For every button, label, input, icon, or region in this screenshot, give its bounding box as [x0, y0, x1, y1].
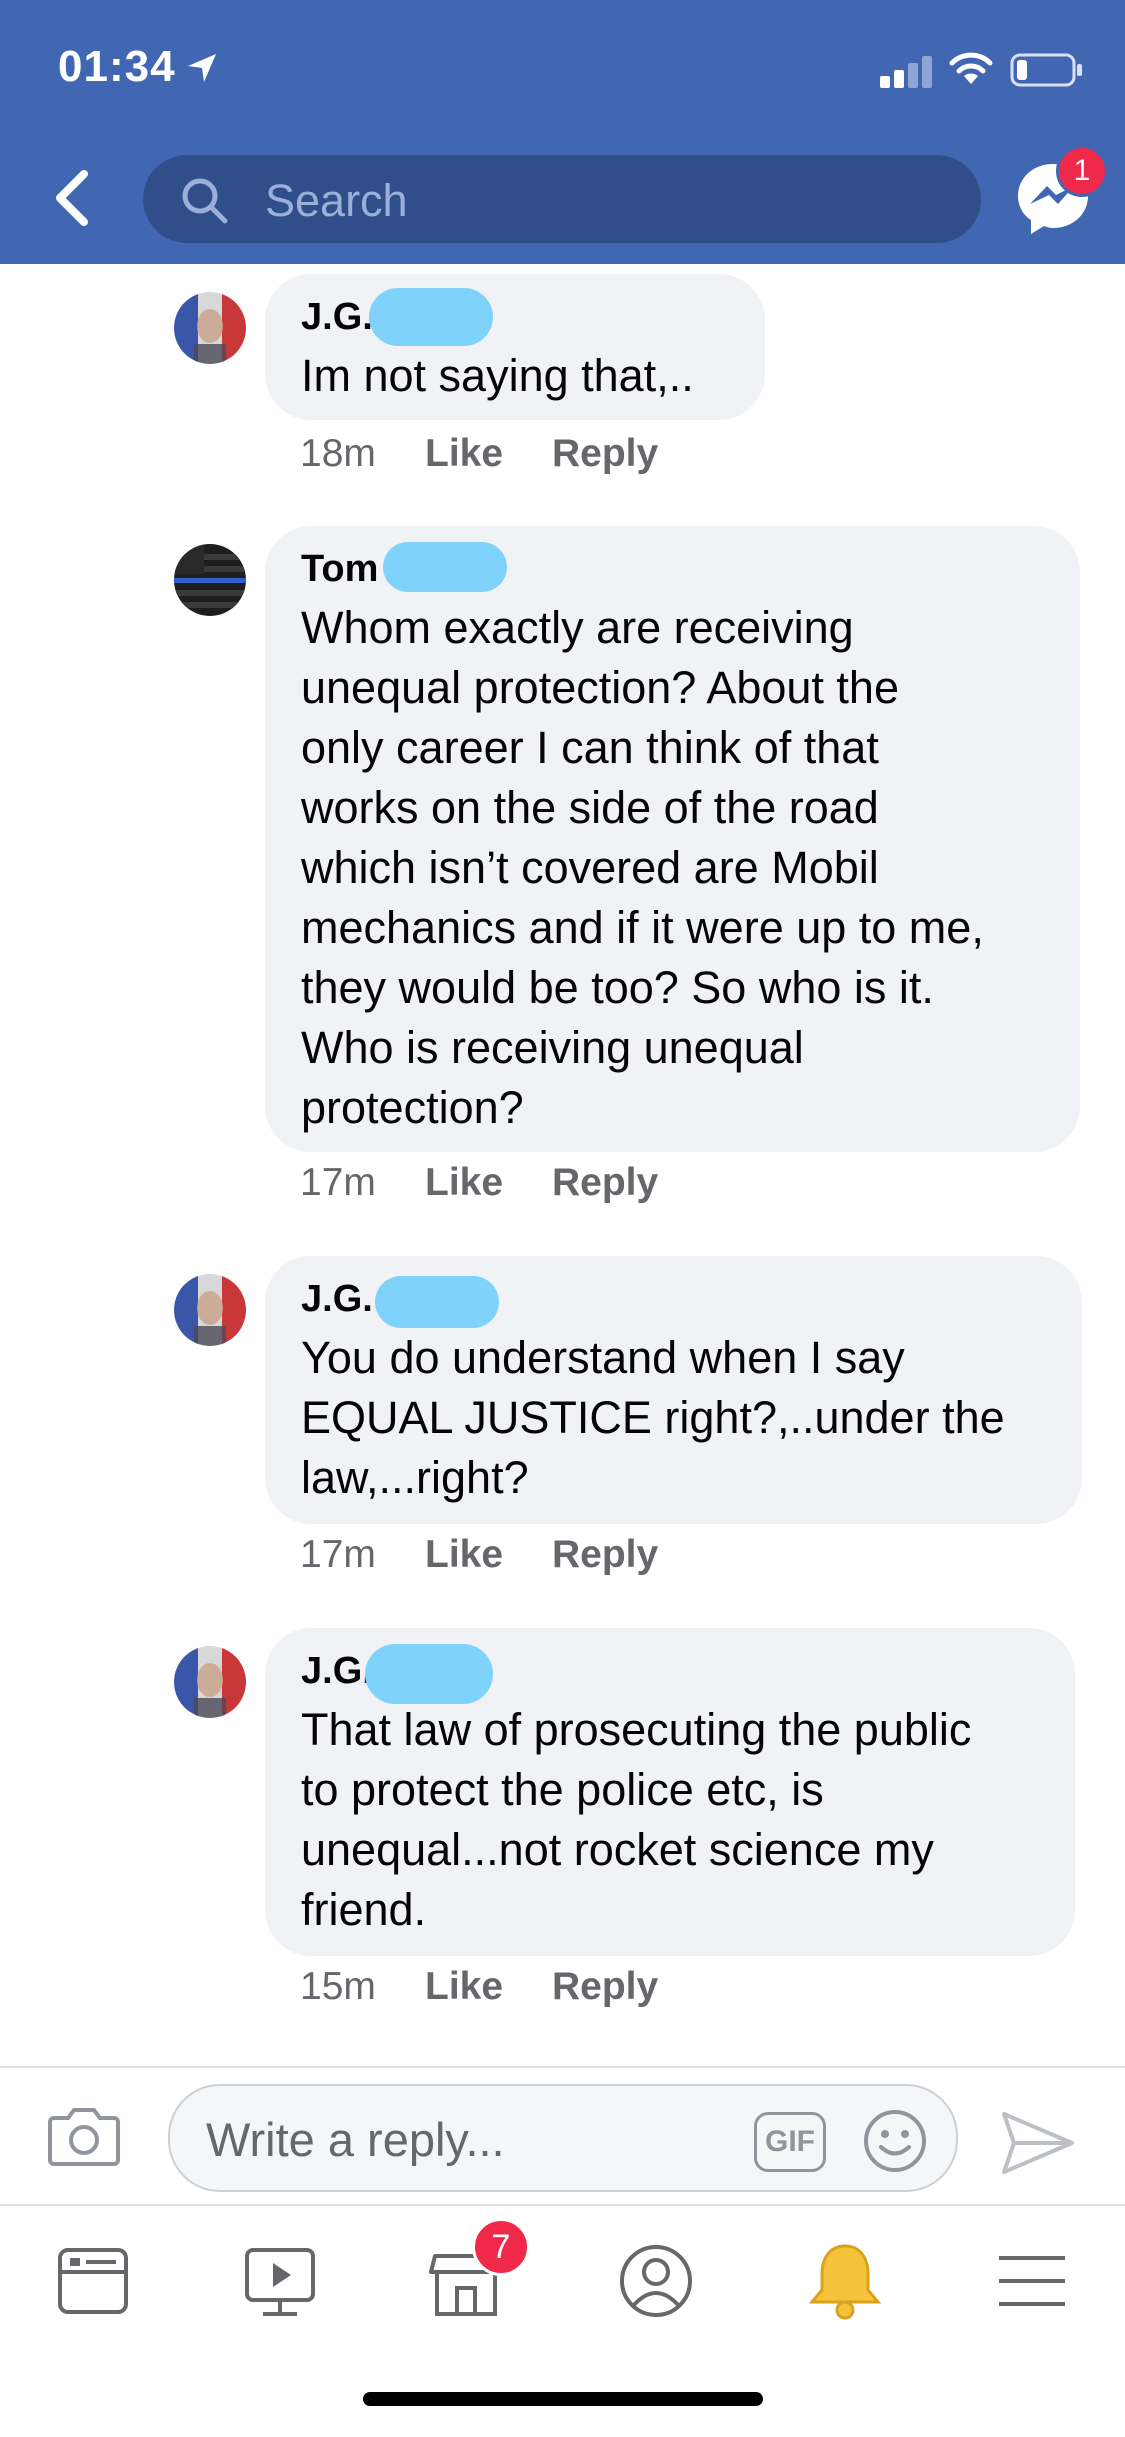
comment-text: That law of prosecuting the public to pr…: [301, 1704, 972, 1935]
comment-author[interactable]: J.G.: [301, 1278, 373, 1321]
avatar[interactable]: [174, 544, 246, 616]
comment-bubble: Tom Whom exactly are receiving unequal p…: [265, 526, 1080, 1152]
profile-icon[interactable]: [611, 2236, 701, 2326]
like-button[interactable]: Like: [425, 1161, 503, 1205]
search-placeholder: Search: [265, 175, 408, 226]
messenger-badge: 1: [1056, 145, 1108, 197]
reply-button[interactable]: Reply: [552, 1161, 658, 1205]
comment-bubble: J.G. That law of prosecuting the public …: [265, 1628, 1075, 1956]
reply-composer: Write a reply... GIF: [0, 2066, 1125, 2206]
reply-button[interactable]: Reply: [552, 432, 658, 476]
app-header: 01:34 Search 1: [0, 0, 1125, 264]
comment-actions: 17m Like Reply: [300, 1533, 658, 1577]
comment-actions: 18m Like Reply: [300, 432, 658, 476]
home-indicator[interactable]: [363, 2392, 763, 2406]
send-icon[interactable]: [1000, 2110, 1076, 2176]
redaction-mark: [375, 1276, 499, 1328]
comment-text: Whom exactly are receiving unequal prote…: [301, 602, 984, 1133]
comment-bubble: J.G. You do understand when I say EQUAL …: [265, 1256, 1082, 1524]
avatar[interactable]: [174, 292, 246, 364]
comment-author[interactable]: J.G.: [301, 1650, 373, 1693]
gif-button[interactable]: GIF: [754, 2112, 826, 2172]
camera-icon[interactable]: [48, 2104, 120, 2166]
status-time: 01:34: [58, 42, 176, 91]
back-chevron-icon[interactable]: [48, 168, 98, 228]
comment-time: 15m: [300, 1965, 376, 2008]
search-input[interactable]: Search: [143, 155, 981, 243]
search-icon: [182, 178, 228, 224]
avatar[interactable]: [174, 1646, 246, 1718]
reply-placeholder: Write a reply...: [206, 2113, 505, 2166]
location-arrow-icon: [188, 54, 216, 82]
like-button[interactable]: Like: [425, 1965, 503, 2009]
comment-text: You do understand when I say EQUAL JUSTI…: [301, 1332, 1005, 1503]
like-button[interactable]: Like: [425, 432, 503, 476]
redaction-mark: [365, 1644, 493, 1704]
menu-icon[interactable]: [987, 2236, 1077, 2326]
emoji-icon[interactable]: [862, 2108, 928, 2174]
comment-time: 18m: [300, 432, 376, 475]
redaction-mark: [383, 542, 507, 592]
reply-button[interactable]: Reply: [552, 1965, 658, 2009]
comment-text: Im not saying that,..: [301, 350, 694, 401]
comment-actions: 15m Like Reply: [300, 1965, 658, 2009]
like-button[interactable]: Like: [425, 1533, 503, 1577]
battery-icon: [1010, 53, 1082, 87]
comment-time: 17m: [300, 1533, 376, 1576]
marketplace-badge: 7: [472, 2218, 530, 2276]
redaction-mark: [369, 288, 493, 346]
cellular-signal-icon: [880, 56, 932, 88]
reply-button[interactable]: Reply: [552, 1533, 658, 1577]
news-feed-icon[interactable]: [48, 2236, 138, 2326]
comment-author[interactable]: Tom: [301, 548, 378, 591]
notifications-bell-icon[interactable]: [800, 2236, 890, 2326]
reply-input[interactable]: Write a reply... GIF: [168, 2084, 958, 2192]
avatar[interactable]: [174, 1274, 246, 1346]
comment-actions: 17m Like Reply: [300, 1161, 658, 1205]
comment-bubble: J.G. Im not saying that,..: [265, 274, 765, 420]
wifi-icon: [949, 52, 993, 84]
comment-time: 17m: [300, 1161, 376, 1204]
watch-video-icon[interactable]: [235, 2236, 325, 2326]
comment-author[interactable]: J.G.: [301, 296, 373, 339]
